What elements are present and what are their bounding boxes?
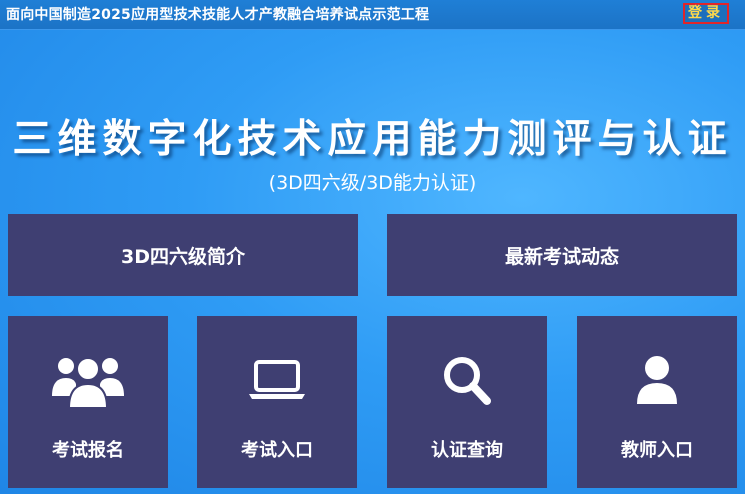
laptop-icon — [197, 352, 357, 410]
intro-card-label: 3D四六级简介 — [121, 245, 245, 268]
login-button[interactable]: 登录 — [683, 3, 729, 24]
tile-teacher-entry[interactable]: 教师入口 — [577, 316, 737, 488]
tile-exam-entry[interactable]: 考试入口 — [197, 316, 357, 488]
tile-label: 考试报名 — [52, 440, 124, 461]
hero-subtitle: (3D四六级/3D能力认证) — [268, 172, 477, 194]
tile-label: 认证查询 — [431, 440, 503, 461]
site-title: 面向中国制造2025应用型技术技能人才产教融合培养试点示范工程 — [6, 7, 430, 23]
search-icon — [387, 352, 547, 410]
user-icon — [577, 352, 737, 410]
top-bar: 面向中国制造2025应用型技术技能人才产教融合培养试点示范工程 登录 — [0, 0, 745, 30]
news-card[interactable]: 最新考试动态 — [387, 214, 737, 296]
users-icon — [8, 352, 168, 410]
news-card-label: 最新考试动态 — [504, 245, 619, 268]
intro-card[interactable]: 3D四六级简介 — [8, 214, 358, 296]
tile-exam-registration[interactable]: 考试报名 — [8, 316, 168, 488]
hero-title: 三维数字化技术应用能力测评与认证 — [12, 117, 733, 162]
tile-certificate-query[interactable]: 认证查询 — [387, 316, 547, 488]
tile-label: 教师入口 — [621, 440, 693, 461]
tile-label: 考试入口 — [241, 440, 313, 461]
